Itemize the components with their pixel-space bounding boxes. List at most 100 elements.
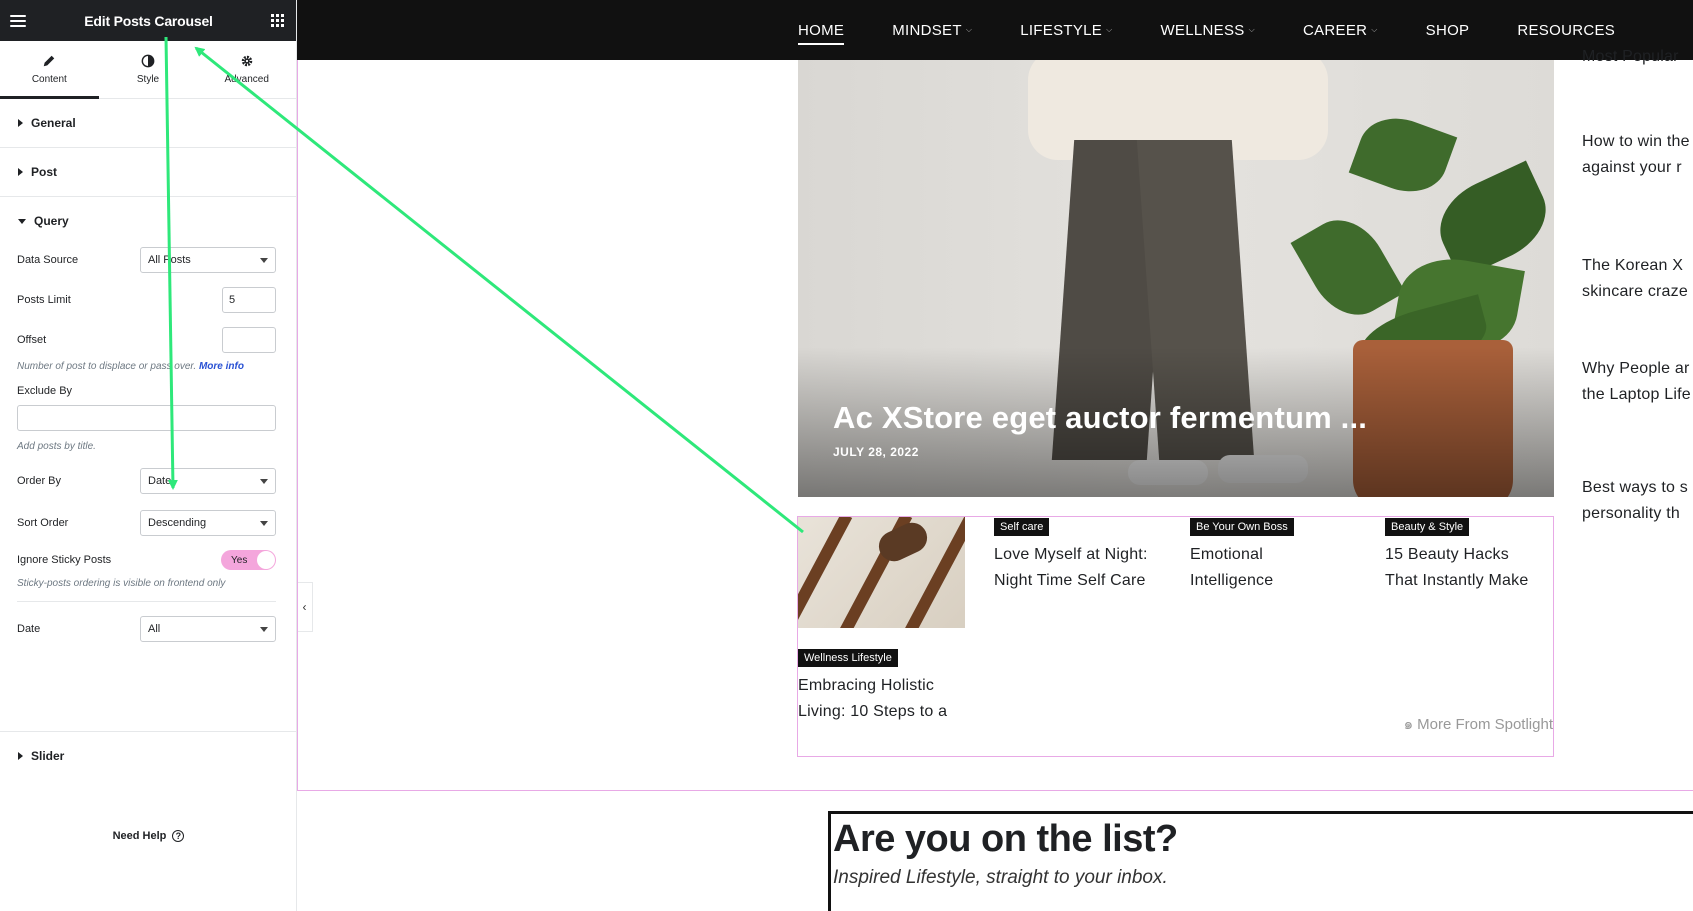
sticky-label: Ignore Sticky Posts <box>17 554 112 566</box>
nav-wellness-label: WELLNESS <box>1160 21 1245 39</box>
sidebar-post-item[interactable]: Why People ar the Laptop Life <box>1582 356 1691 408</box>
sort-order-select[interactable]: Descending <box>140 510 276 536</box>
date-label: Date <box>17 623 41 635</box>
card-title[interactable]: 15 Beauty Hacks That Instantly Make <box>1385 542 1528 594</box>
date-select[interactable]: All <box>140 616 276 642</box>
gear-icon <box>241 55 252 67</box>
tab-advanced[interactable]: Advanced <box>197 41 296 98</box>
nav-lifestyle[interactable]: LIFESTYLE ⌵ <box>1020 22 1112 39</box>
more-from-link[interactable]: ๑ More From Spotlight <box>1404 712 1553 736</box>
hero-date: JULY 28, 2022 <box>833 445 919 459</box>
exclude-label: Exclude By <box>17 385 73 397</box>
nav-career[interactable]: CAREER ⌵ <box>1303 22 1378 39</box>
carousel-card[interactable]: Self care Love Myself at Night: Night Ti… <box>994 517 1148 594</box>
nav-wellness[interactable]: WELLNESS ⌵ <box>1160 22 1254 39</box>
caret-right-icon <box>18 752 23 760</box>
sidebar-posts: Most Popular How to win the against your … <box>1582 0 1693 911</box>
section-query: Query Data Source All Posts Posts Limit … <box>0 197 296 732</box>
category-badge[interactable]: Self care <box>994 518 1050 536</box>
carousel-card[interactable]: Wellness Lifestyle Embracing Holistic Li… <box>798 648 947 725</box>
more-from-label: More From Spotlight <box>1417 715 1553 733</box>
data-source-select[interactable]: All Posts <box>140 247 276 273</box>
tab-style[interactable]: Style <box>99 41 198 98</box>
control-sticky: Ignore Sticky Posts Yes <box>0 550 296 570</box>
half-circle-icon <box>141 54 155 68</box>
section-post-label: Post <box>31 165 58 179</box>
posts-limit-input[interactable]: 5 <box>222 287 276 313</box>
sidebar-post-item[interactable]: How to win the against your r <box>1582 129 1690 181</box>
chevron-left-icon: ‹ <box>302 600 307 614</box>
order-by-select[interactable]: Date <box>140 468 276 494</box>
hero-image-leaf <box>1290 205 1406 330</box>
section-query-label: Query <box>34 214 69 228</box>
card-title-line: Emotional <box>1190 546 1263 563</box>
control-date: Date All <box>0 616 296 642</box>
tab-content[interactable]: Content <box>0 41 99 99</box>
section-slider-label: Slider <box>31 749 65 763</box>
hamburger-menu-icon[interactable] <box>10 14 26 27</box>
section-slider[interactable]: Slider <box>0 732 296 780</box>
card-title[interactable]: Embracing Holistic Living: 10 Steps to a <box>798 673 947 725</box>
chevron-down-icon: ⌵ <box>965 25 973 34</box>
divider <box>17 601 276 602</box>
category-badge[interactable]: Be Your Own Boss <box>1190 518 1294 536</box>
carousel-card[interactable]: Beauty & Style 15 Beauty Hacks That Inst… <box>1385 517 1528 594</box>
exclude-input[interactable] <box>17 405 276 431</box>
nav-mindset[interactable]: MINDSET ⌵ <box>892 22 972 39</box>
newsletter-subtitle: Inspired Lifestyle, straight to your inb… <box>833 867 1168 888</box>
section-general[interactable]: General <box>0 99 296 148</box>
panel-title: Edit Posts Carousel <box>84 12 213 29</box>
panel-tabs: Content Style Advanced <box>0 41 296 99</box>
sidebar-post-line: The Korean X <box>1582 257 1684 274</box>
sidebar-post-line: personality th <box>1582 505 1680 522</box>
dropdown-arrow-icon <box>260 478 268 484</box>
section-post[interactable]: Post <box>0 148 296 197</box>
offset-label: Offset <box>17 334 47 346</box>
dropdown-arrow-icon <box>260 520 268 526</box>
card-title-line: Living: 10 Steps to a <box>798 703 948 720</box>
need-help-link[interactable]: Need Help ? <box>0 830 297 842</box>
spiral-icon: ๑ <box>1403 716 1414 733</box>
sticky-toggle[interactable]: Yes <box>221 550 276 570</box>
control-sort-order: Sort Order Descending <box>0 510 296 536</box>
offset-input[interactable] <box>222 327 276 353</box>
apps-grid-icon[interactable] <box>271 14 284 27</box>
section-general-label: General <box>31 116 76 130</box>
sidebar-post-item[interactable]: Most Popular <box>1582 44 1679 70</box>
card-title[interactable]: Love Myself at Night: Night Time Self Ca… <box>994 542 1148 594</box>
section-query-header[interactable]: Query <box>0 197 296 245</box>
sidebar-post-item[interactable]: The Korean X skincare craze <box>1582 253 1688 305</box>
card-title[interactable]: Emotional Intelligence <box>1190 542 1294 594</box>
newsletter-title: Are you on the list? <box>833 818 1178 860</box>
site-nav: HOME MINDSET ⌵ LIFESTYLE ⌵ WELLNESS ⌵ CAREE… <box>297 0 1693 60</box>
sidebar-post-item[interactable]: Best ways to s personality th <box>1582 475 1688 527</box>
control-offset: Offset <box>0 327 296 353</box>
hero-post[interactable]: Ac XStore eget auctor fermentum ... JULY… <box>798 60 1554 497</box>
nav-home[interactable]: HOME <box>798 22 845 45</box>
tab-advanced-label: Advanced <box>224 74 269 85</box>
control-posts-limit: Posts Limit 5 <box>0 287 296 313</box>
caret-right-icon <box>18 168 23 176</box>
post-thumbnail[interactable] <box>798 517 965 628</box>
control-data-source: Data Source All Posts <box>0 247 296 273</box>
more-info-link[interactable]: More info <box>199 361 244 372</box>
category-badge[interactable]: Beauty & Style <box>1385 518 1470 536</box>
sidebar-post-line: the Laptop Life <box>1582 386 1691 403</box>
nav-shop[interactable]: SHOP <box>1426 22 1470 39</box>
newsletter-section: Are you on the list? Inspired Lifestyle,… <box>828 811 1693 911</box>
need-help-label: Need Help <box>112 830 167 842</box>
chevron-down-icon: ⌵ <box>1106 25 1113 34</box>
dropdown-arrow-icon <box>260 626 268 632</box>
order-by-label: Order By <box>17 475 62 487</box>
toggle-knob <box>257 551 275 569</box>
category-badge[interactable]: Wellness Lifestyle <box>798 649 898 667</box>
panel-collapse-button[interactable]: ‹ <box>297 582 313 632</box>
chevron-down-icon: ⌵ <box>1371 25 1378 34</box>
hero-title[interactable]: Ac XStore eget auctor fermentum ... <box>833 400 1367 436</box>
card-title-line: That Instantly Make <box>1385 572 1529 589</box>
sort-order-label: Sort Order <box>17 517 69 529</box>
hero-image-leaf <box>1348 106 1458 204</box>
carousel-card[interactable]: Be Your Own Boss Emotional Intelligence <box>1190 517 1294 594</box>
posts-limit-label: Posts Limit <box>17 294 71 306</box>
offset-help: Number of post to displace or pass over.… <box>0 361 296 372</box>
